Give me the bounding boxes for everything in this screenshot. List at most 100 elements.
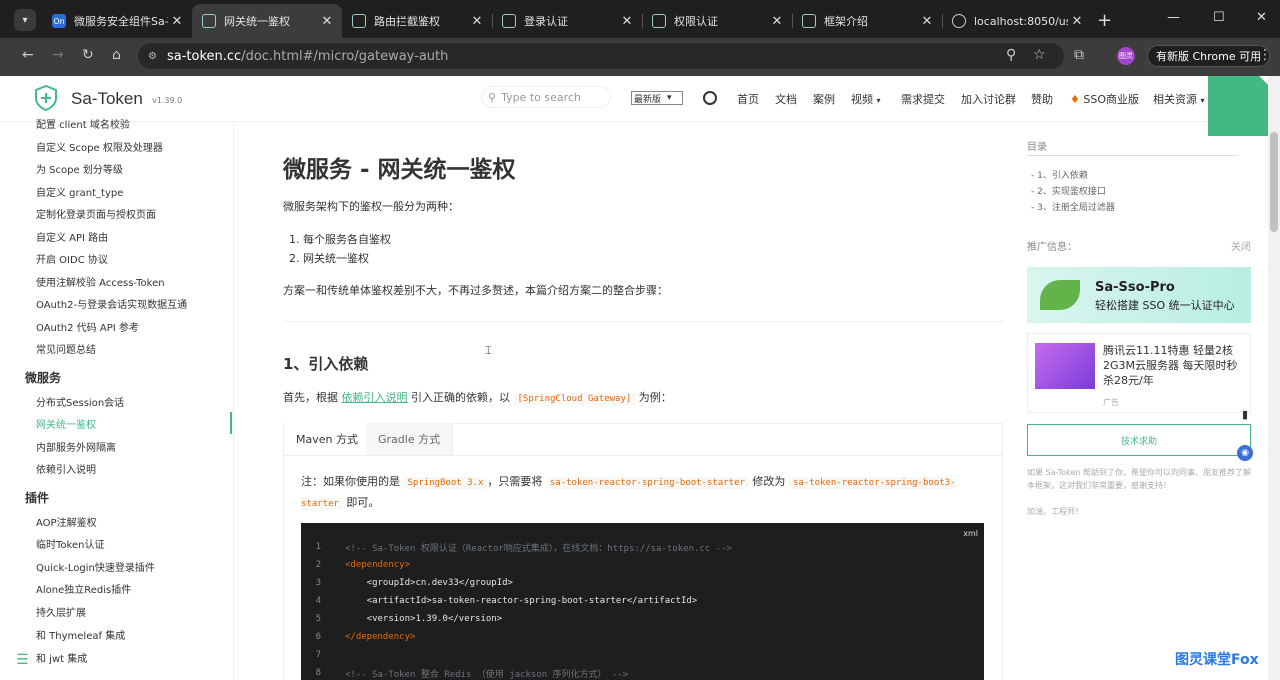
nav-docs[interactable]: 文档	[775, 91, 797, 107]
watermark: 图灵课堂Fox	[1175, 652, 1259, 668]
theme-toggle-icon[interactable]	[703, 91, 717, 105]
nav-videos[interactable]: 视频 ▾	[851, 91, 881, 107]
toc-item[interactable]: - 2、实现鉴权接口	[1031, 184, 1106, 197]
chevron-down-icon: ▾	[1200, 96, 1205, 105]
sidebar-item[interactable]: 使用注解校验 Access-Token	[36, 274, 165, 289]
close-icon[interactable]: ✕	[1068, 14, 1086, 29]
sa-token-logo-icon[interactable]	[34, 85, 58, 111]
site-info-icon[interactable]: ⚙	[148, 51, 157, 62]
close-window-icon[interactable]: ✕	[1256, 10, 1267, 25]
close-icon[interactable]: ✕	[918, 14, 936, 29]
close-icon[interactable]: ✕	[618, 14, 636, 29]
text: 为例：	[635, 391, 672, 404]
zoom-icon[interactable]: ⚲	[1006, 47, 1016, 63]
close-icon[interactable]: ✕	[468, 14, 486, 29]
profile-avatar[interactable]: 图灵	[1117, 47, 1135, 65]
code-text: <dependency>	[345, 560, 411, 570]
browser-tab-0[interactable]: On 微服务安全组件Sa-T ✕	[42, 4, 192, 38]
close-icon[interactable]: ✕	[768, 14, 786, 29]
code-text: <groupId>cn.dev33</groupId>	[345, 578, 513, 588]
sidebar-item[interactable]: Quick-Login快速登录插件	[36, 559, 155, 574]
new-tab-icon[interactable]: +	[1097, 10, 1112, 31]
tab-maven[interactable]: Maven 方式	[284, 423, 371, 455]
promo-title: Sa-Sso-Pro	[1095, 280, 1175, 295]
sidebar-item[interactable]: Alone独立Redis插件	[36, 581, 131, 596]
browser-tab-5[interactable]: 框架介绍 ✕	[792, 4, 942, 38]
sidebar-group-micro[interactable]: 微服务	[25, 369, 61, 386]
ad-image[interactable]	[1035, 343, 1095, 389]
ad-text[interactable]: 腾讯云11.11特惠 轻量2核2G3M云服务器 每天限时秒杀28元/年	[1103, 343, 1245, 388]
reload-icon[interactable]: ↻	[82, 47, 94, 63]
version-select[interactable]: 最新版 ▾	[631, 91, 683, 105]
book-icon[interactable]: ▮	[1237, 408, 1253, 424]
line-number: 7	[315, 650, 321, 660]
sidebar-item[interactable]: 配置 client 域名校验	[36, 116, 130, 131]
search-input[interactable]: ⚲ Type to search	[481, 86, 611, 108]
scrollbar-thumb[interactable]	[1270, 132, 1278, 232]
dependency-doc-link[interactable]: 依赖引入说明	[342, 391, 408, 404]
help-button[interactable]: 技术求助	[1027, 424, 1251, 456]
nav-requests[interactable]: 需求提交	[901, 91, 945, 107]
nav-resources[interactable]: 相关资源 ▾	[1153, 91, 1205, 107]
nav-sso-commercial[interactable]: ♦ SSO商业版	[1070, 91, 1139, 107]
chevron-down-icon: ▾	[876, 96, 881, 105]
browser-tab-3[interactable]: 登录认证 ✕	[492, 4, 642, 38]
chrome-menu-icon[interactable]: ⋮	[1258, 47, 1272, 63]
tab-gradle[interactable]: Gradle 方式	[366, 423, 454, 455]
sidebar-item[interactable]: 分布式Session会话	[36, 394, 124, 409]
github-corner-icon[interactable]	[1208, 76, 1268, 136]
toc-title: 目录	[1027, 142, 1047, 153]
browser-tab-4[interactable]: 权限认证 ✕	[642, 4, 792, 38]
sidebar-item[interactable]: 常见问题总结	[36, 341, 96, 356]
sidebar-item[interactable]: 依赖引入说明	[36, 461, 96, 476]
nav-cases[interactable]: 案例	[813, 91, 835, 107]
sidebar-item[interactable]: 自定义 API 路由	[36, 229, 108, 244]
minimize-icon[interactable]: —	[1167, 10, 1180, 25]
close-icon[interactable]: ✕	[318, 14, 336, 29]
toc-item[interactable]: - 3、注册全局过滤器	[1031, 200, 1115, 213]
url-bar[interactable]: ⚙ sa-token.cc/doc.html#/micro/gateway-au…	[138, 43, 1064, 69]
sidebar-item[interactable]: 内部服务外网隔离	[36, 439, 116, 454]
extensions-icon[interactable]: ⧉	[1074, 47, 1084, 63]
sidebar-item[interactable]: 为 Scope 划分等级	[36, 161, 123, 176]
tab-search-button[interactable]: ▾	[14, 9, 36, 31]
browser-tab-1[interactable]: 网关统一鉴权 ✕	[192, 4, 342, 38]
chat-icon[interactable]: ◉	[1237, 445, 1253, 461]
sidebar-item-active[interactable]: 网关统一鉴权	[36, 416, 96, 431]
browser-tab-6[interactable]: localhost:8050/use ✕	[942, 4, 1092, 38]
sidebar-item[interactable]: AOP注解鉴权	[36, 514, 97, 529]
text: ，只需要将	[487, 475, 546, 488]
nav-sponsor[interactable]: 赞助	[1031, 91, 1053, 107]
tab-title: 权限认证	[674, 15, 718, 28]
tab-title: 框架介绍	[824, 15, 868, 28]
globe-icon	[952, 14, 966, 28]
sidebar-toggle-icon[interactable]: ☰	[16, 652, 29, 668]
code-block[interactable]: xml 1 <!-- Sa-Token 权限认证（Reactor响应式集成），在线…	[301, 523, 984, 680]
sidebar-item[interactable]: 临时Token认证	[36, 536, 104, 551]
sidebar-item[interactable]: 持久层扩展	[36, 604, 86, 619]
sidebar-item[interactable]: 和 jwt 集成	[36, 650, 87, 665]
home-icon[interactable]: ⌂	[112, 47, 121, 63]
sidebar-group-plugin[interactable]: 插件	[25, 489, 49, 506]
sidebar-item[interactable]: 自定义 Scope 权限及处理器	[36, 139, 163, 154]
update-chrome-button[interactable]: 有新版 Chrome 可用	[1147, 45, 1271, 67]
browser-tab-2[interactable]: 路由拦截鉴权 ✕	[342, 4, 492, 38]
back-icon[interactable]: ←	[22, 47, 34, 63]
sidebar-item[interactable]: 开启 OIDC 协议	[36, 251, 108, 266]
sidebar-item[interactable]: OAuth2 代码 API 参考	[36, 319, 139, 334]
sidebar-item[interactable]: 和 Thymeleaf 集成	[36, 627, 125, 642]
forward-icon[interactable]: →	[52, 47, 64, 63]
code-line: 8 <!-- Sa-Token 整合 Redis （使用 jackson 序列化方…	[301, 664, 629, 680]
close-icon[interactable]: ✕	[168, 14, 186, 29]
nav-join-group[interactable]: 加入讨论群	[961, 91, 1016, 107]
sidebar-item[interactable]: 定制化登录页面与授权页面	[36, 206, 156, 221]
bookmark-star-icon[interactable]: ☆	[1033, 47, 1046, 63]
maximize-icon[interactable]: ☐	[1213, 10, 1225, 25]
sidebar-item[interactable]: 自定义 grant_type	[36, 184, 123, 199]
toc-item[interactable]: - 1、引入依赖	[1031, 168, 1088, 181]
promo-close-link[interactable]: 关闭	[1231, 238, 1251, 253]
site-logo-text[interactable]: Sa-Token	[71, 89, 143, 109]
nav-home[interactable]: 首页	[737, 91, 759, 107]
sidebar-item[interactable]: OAuth2-与登录会话实现数据互通	[36, 296, 187, 311]
code-language-label: xml	[963, 529, 978, 538]
